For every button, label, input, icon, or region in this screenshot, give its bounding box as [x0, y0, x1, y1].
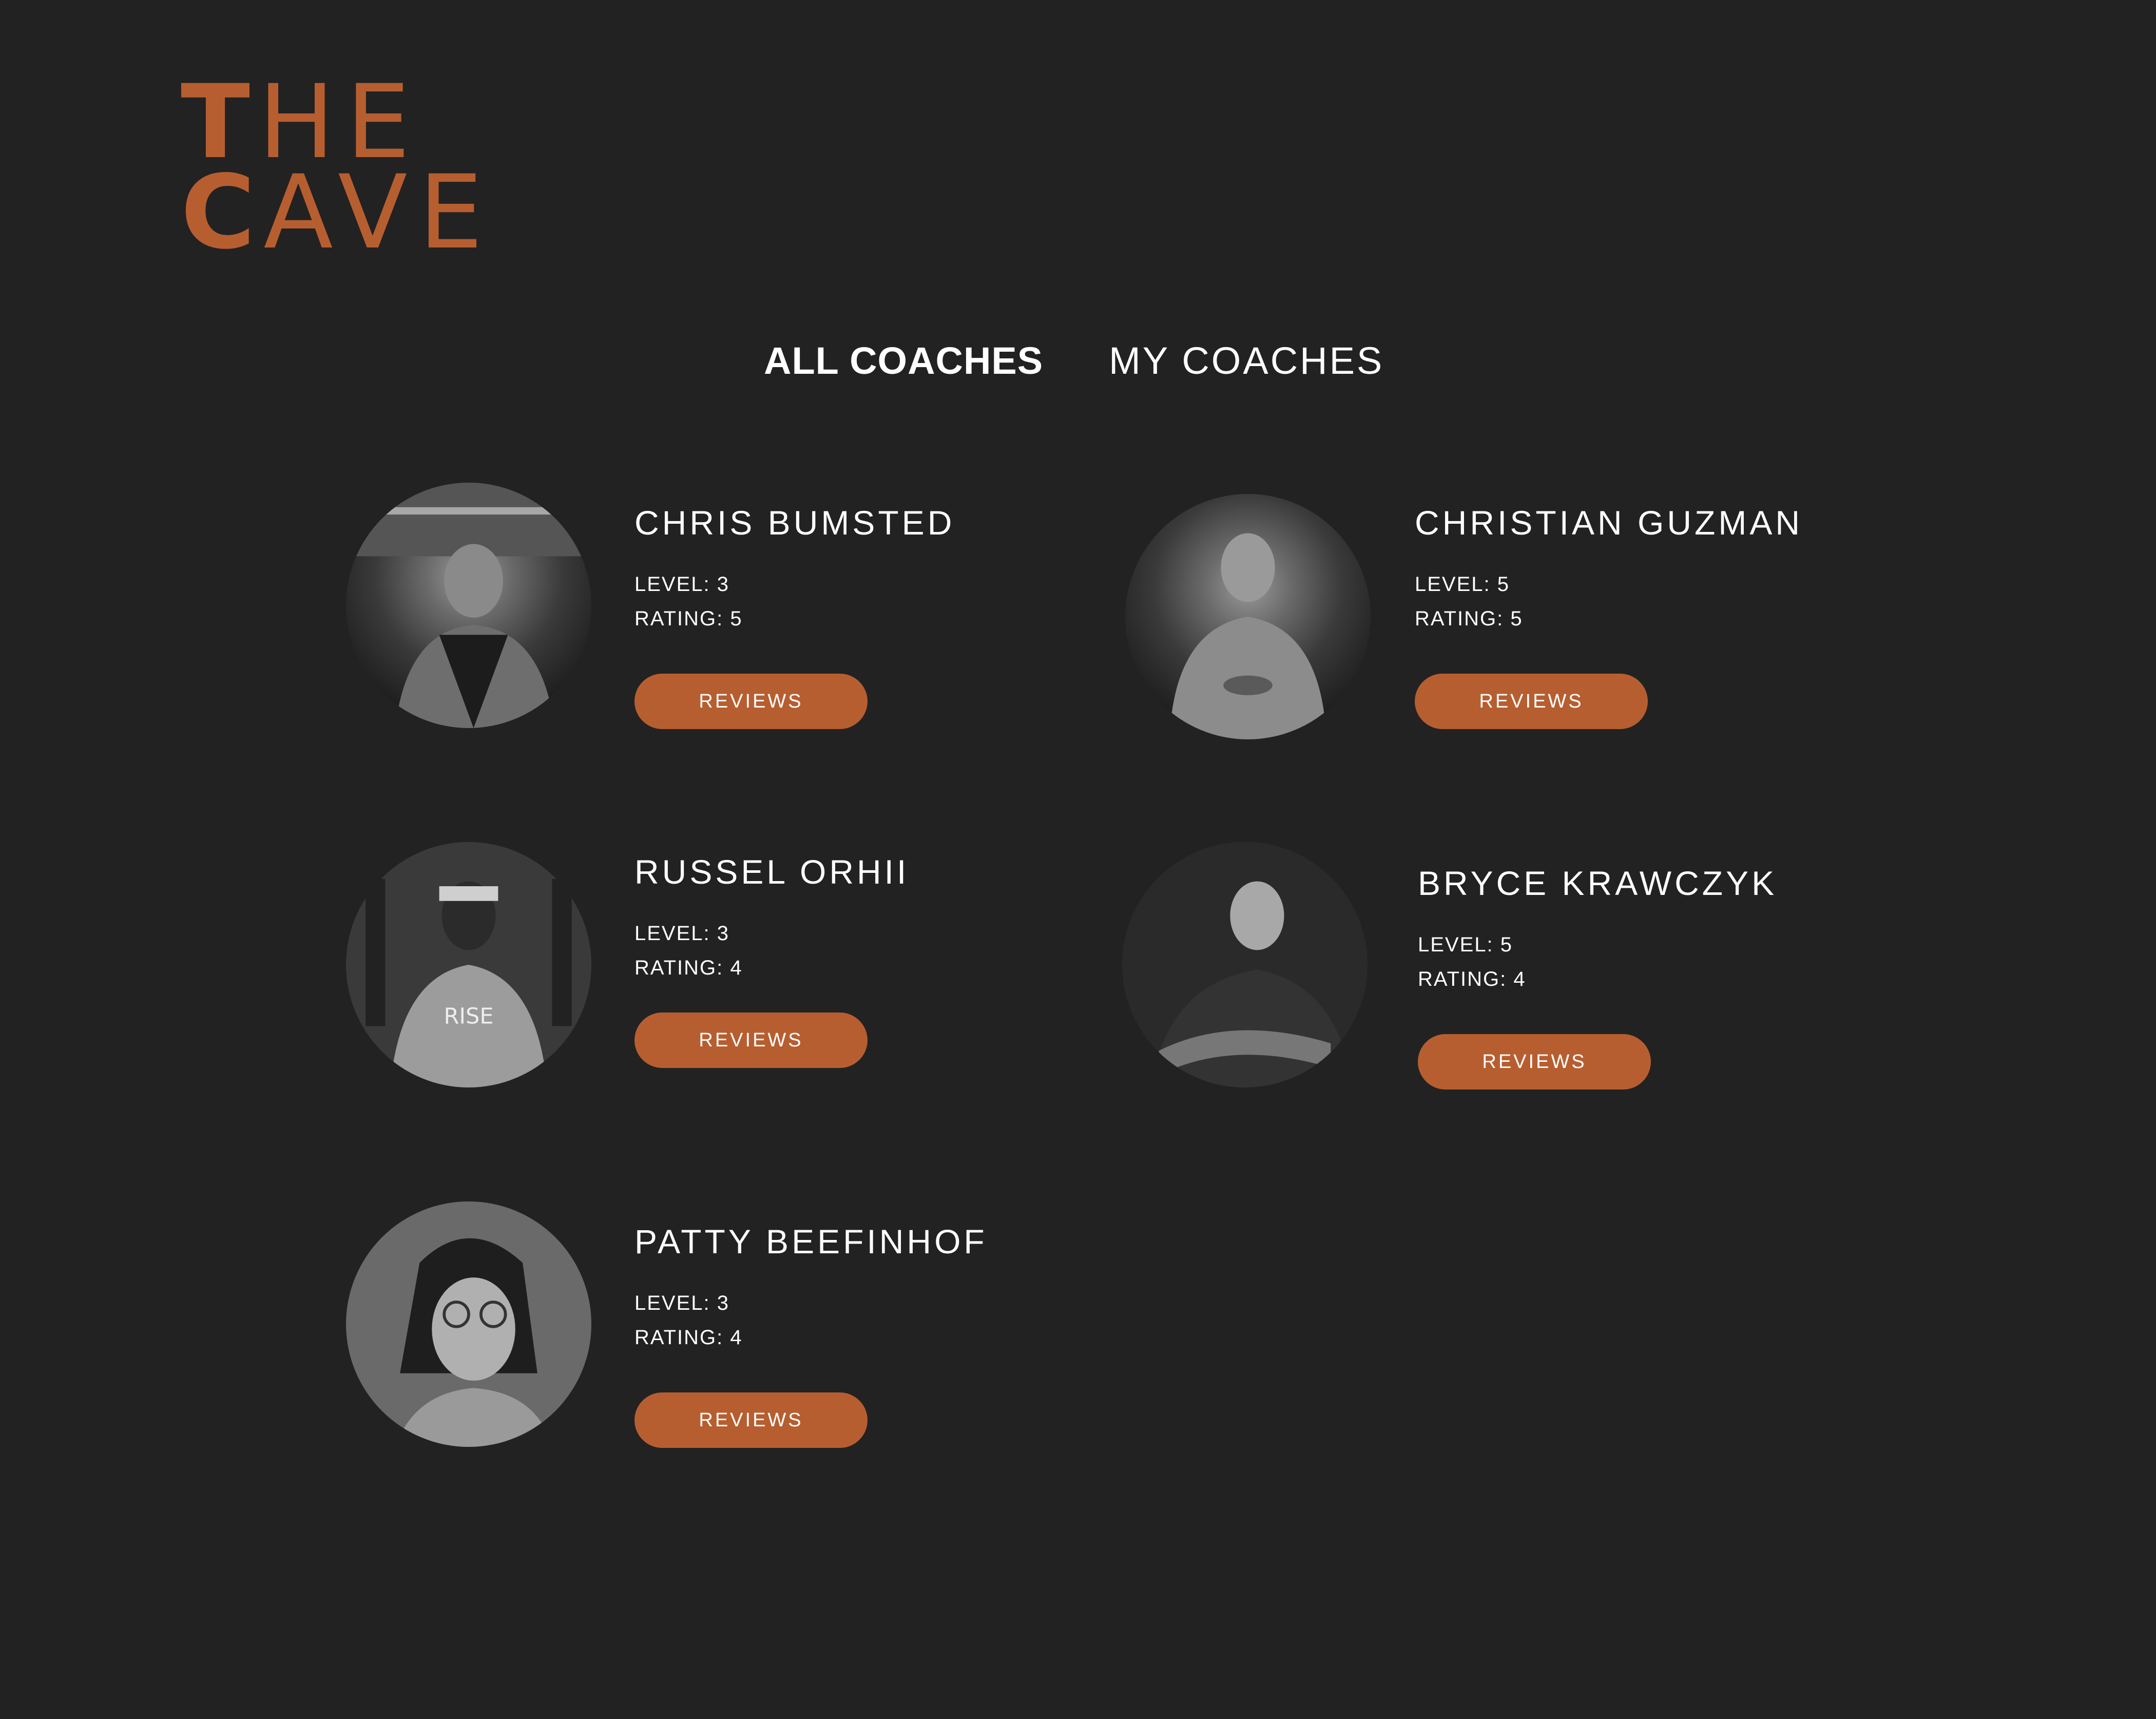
logo-letter-c: C — [181, 153, 264, 272]
reviews-button[interactable]: REVIEWS — [1418, 1034, 1651, 1090]
coach-photo — [346, 1201, 591, 1447]
reviews-button[interactable]: REVIEWS — [634, 1392, 868, 1448]
logo-text-ave: AVE — [263, 153, 494, 272]
coach-card: CHRIS BUMSTED LEVEL: 3 RATING: 5 REVIEWS — [346, 483, 1090, 739]
reviews-button[interactable]: REVIEWS — [634, 1013, 868, 1068]
coach-photo: RISE — [346, 842, 591, 1087]
coach-level: LEVEL: 5 — [1418, 933, 1513, 956]
tab-all-coaches[interactable]: ALL COACHES — [764, 339, 1043, 383]
coach-photo — [1125, 494, 1371, 739]
coach-card: PATTY BEEFINHOF LEVEL: 3 RATING: 4 REVIE… — [346, 1201, 1090, 1458]
coach-level: LEVEL: 5 — [1415, 573, 1510, 596]
coach-card: RISE RUSSEL ORHII LEVEL: 3 RATING: 4 REV… — [346, 842, 1090, 1099]
coach-name: CHRIS BUMSTED — [634, 504, 955, 542]
coach-level: LEVEL: 3 — [634, 922, 730, 945]
tab-my-coaches[interactable]: MY COACHES — [1109, 339, 1384, 383]
coach-rating: RATING: 4 — [1418, 968, 1526, 990]
coach-photo — [1122, 842, 1368, 1087]
coach-name: BRYCE KRAWCZYK — [1418, 864, 1778, 902]
coach-name: CHRISTIAN GUZMAN — [1415, 504, 1803, 542]
coach-card: CHRISTIAN GUZMAN LEVEL: 5 RATING: 5 REVI… — [1125, 483, 1870, 739]
coach-rating: RATING: 4 — [634, 1326, 743, 1349]
coach-level: LEVEL: 3 — [634, 573, 730, 596]
coach-card: BRYCE KRAWCZYK LEVEL: 5 RATING: 4 REVIEW… — [1122, 842, 1866, 1099]
brand-logo: THE CAVE — [181, 71, 494, 263]
coach-rating: RATING: 5 — [634, 607, 743, 630]
coach-name: RUSSEL ORHII — [634, 853, 910, 891]
coach-photo — [346, 483, 591, 728]
reviews-button[interactable]: REVIEWS — [1415, 674, 1648, 729]
reviews-button[interactable]: REVIEWS — [634, 674, 868, 729]
coach-level: LEVEL: 3 — [634, 1292, 730, 1314]
coach-tabs: ALL COACHES MY COACHES — [764, 339, 1384, 383]
coach-rating: RATING: 5 — [1415, 607, 1523, 630]
coach-rating: RATING: 4 — [634, 957, 743, 979]
svg-text:RISE: RISE — [444, 1004, 493, 1029]
coach-name: PATTY BEEFINHOF — [634, 1223, 988, 1260]
